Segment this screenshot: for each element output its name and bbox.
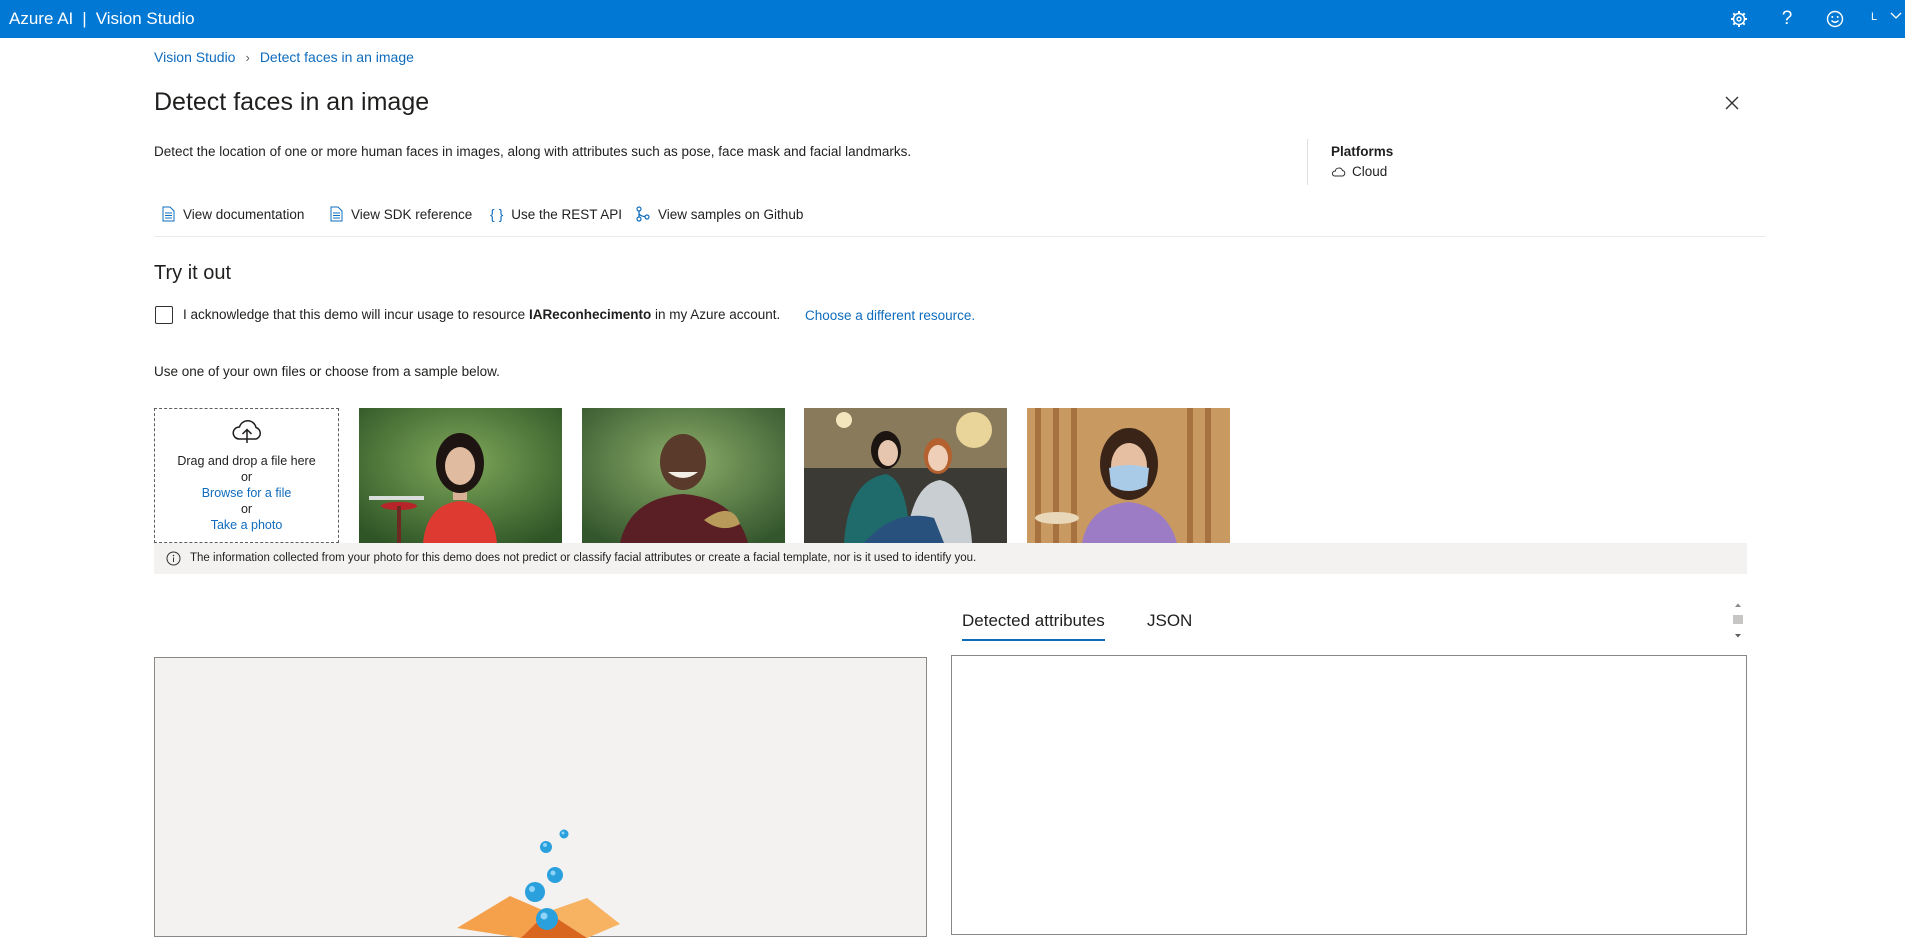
detected-attributes-panel — [951, 655, 1747, 935]
browse-file-link[interactable]: Browse for a file — [155, 486, 338, 500]
resource-name: IAReconhecimento — [528, 307, 652, 322]
privacy-info-bar: The information collected from your phot… — [154, 543, 1747, 574]
top-bar: Azure AI | Vision Studio ? L — [0, 0, 1905, 38]
avatar-initial: L — [1871, 11, 1877, 23]
sample-image-4[interactable] — [1027, 408, 1230, 543]
app-brand[interactable]: Azure AI | Vision Studio — [9, 9, 195, 29]
cloud-icon — [1331, 167, 1346, 176]
breadcrumb-current[interactable]: Detect faces in an image — [260, 49, 414, 65]
branch-icon — [636, 206, 650, 222]
breadcrumb-vision-studio[interactable]: Vision Studio — [154, 49, 235, 65]
feedback-smiley-icon[interactable] — [1823, 7, 1847, 31]
sample-image-3[interactable] — [804, 408, 1007, 543]
breadcrumb: Vision Studio › Detect faces in an image — [154, 49, 414, 65]
scrollbar[interactable] — [1731, 600, 1745, 642]
ack-prefix: I acknowledge that this demo will incur … — [183, 307, 529, 322]
document-icon — [330, 206, 343, 222]
document-icon — [162, 206, 175, 222]
platforms-value: Cloud — [1331, 164, 1387, 179]
settings-gear-icon[interactable] — [1727, 7, 1751, 31]
file-dropzone[interactable]: Drag and drop a file here or Browse for … — [154, 408, 339, 543]
divider — [1307, 139, 1308, 185]
use-rest-api-label: Use the REST API — [511, 206, 623, 222]
empty-box-illustration — [457, 829, 620, 938]
take-photo-link[interactable]: Take a photo — [155, 518, 338, 532]
tab-detected-attributes[interactable]: Detected attributes — [962, 611, 1105, 641]
image-preview-panel — [154, 657, 927, 938]
product-name: Vision Studio — [95, 9, 195, 28]
dropzone-or-text: or — [240, 470, 253, 484]
cloud-upload-icon — [232, 420, 262, 443]
choose-resource-link[interactable]: Choose a different resource. — [805, 308, 975, 323]
view-sdk-reference-label: View SDK reference — [351, 206, 473, 222]
account-menu[interactable]: L — [1871, 11, 1902, 23]
page-description: Detect the location of one or more human… — [154, 144, 912, 159]
brand-name: Azure AI — [9, 9, 74, 28]
view-sdk-reference-link[interactable]: View SDK reference — [330, 206, 472, 222]
platform-cloud: Cloud — [1352, 164, 1388, 179]
use-files-hint: Use one of your own files or choose from… — [154, 364, 500, 379]
tab-json[interactable]: JSON — [1147, 611, 1192, 639]
help-icon[interactable]: ? — [1775, 7, 1799, 31]
info-icon — [166, 551, 181, 566]
divider — [154, 236, 1766, 237]
view-documentation-label: View documentation — [183, 206, 305, 222]
close-icon[interactable] — [1721, 92, 1743, 114]
privacy-info-text: The information collected from your phot… — [190, 552, 977, 564]
dropzone-drag-text: Drag and drop a file here — [177, 454, 316, 468]
chevron-down-icon — [1890, 12, 1902, 19]
sample-image-1[interactable] — [359, 408, 562, 543]
acknowledge-checkbox[interactable] — [155, 306, 173, 324]
ack-suffix: in my Azure account. — [651, 307, 781, 322]
chevron-right-icon: › — [245, 50, 250, 65]
dropzone-or-text: or — [240, 502, 253, 516]
view-github-samples-label: View samples on Github — [658, 206, 804, 222]
acknowledge-text: I acknowledge that this demo will incur … — [183, 307, 780, 322]
section-heading-try-it-out: Try it out — [154, 262, 232, 284]
view-documentation-link[interactable]: View documentation — [162, 206, 304, 222]
view-github-samples-link[interactable]: View samples on Github — [636, 206, 803, 222]
use-rest-api-link[interactable]: { } Use the REST API — [490, 206, 622, 222]
platforms-label: Platforms — [1331, 144, 1394, 159]
page-title: Detect faces in an image — [154, 88, 430, 116]
sample-image-2[interactable] — [582, 408, 785, 543]
braces-icon: { } — [490, 206, 504, 222]
